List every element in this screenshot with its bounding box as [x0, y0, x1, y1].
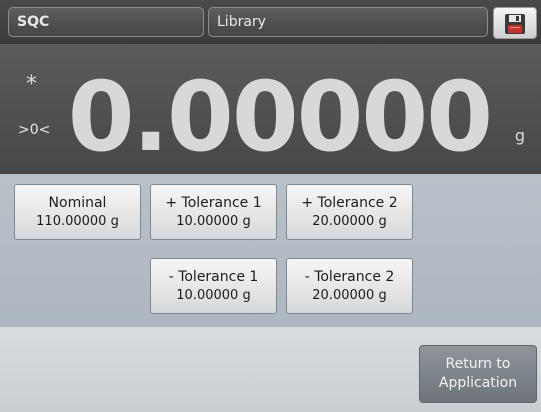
balance-screen: SQC Library * >0< 0.00000 g Nominal 110.…: [0, 0, 541, 412]
minus-tolerance-2-label: - Tolerance 2: [304, 269, 395, 285]
application-tab[interactable]: SQC: [8, 7, 204, 37]
bottom-bar: Return to Application: [0, 327, 541, 412]
top-bar: SQC Library: [0, 0, 541, 44]
plus-tolerance-2-label: + Tolerance 2: [301, 195, 398, 211]
minus-tolerance-2-value: 20.00000 g: [312, 288, 387, 303]
center-of-zero-indicator: >0<: [18, 122, 51, 138]
weight-reading: 0.00000: [67, 61, 493, 173]
nominal-value: 110.00000 g: [36, 214, 119, 229]
minus-tolerance-2-button[interactable]: - Tolerance 2 20.00000 g: [286, 258, 413, 314]
plus-tolerance-1-value: 10.00000 g: [176, 214, 251, 229]
tolerance-panel: Nominal 110.00000 g + Tolerance 1 10.000…: [0, 174, 541, 327]
plus-tolerance-1-label: + Tolerance 1: [165, 195, 262, 211]
weight-unit: g: [514, 126, 525, 145]
library-tab[interactable]: Library: [208, 7, 488, 37]
minus-tolerance-1-button[interactable]: - Tolerance 1 10.00000 g: [150, 258, 277, 314]
plus-tolerance-2-value: 20.00000 g: [312, 214, 387, 229]
return-label-line2: Application: [438, 375, 518, 391]
return-label-line1: Return to: [445, 356, 511, 372]
weight-display: * >0< 0.00000 g: [0, 44, 541, 174]
minus-tolerance-1-label: - Tolerance 1: [168, 269, 259, 285]
plus-tolerance-1-button[interactable]: + Tolerance 1 10.00000 g: [150, 184, 277, 240]
stable-indicator: *: [26, 72, 37, 97]
nominal-button[interactable]: Nominal 110.00000 g: [14, 184, 141, 240]
minus-tolerance-1-value: 10.00000 g: [176, 288, 251, 303]
nominal-label: Nominal: [48, 195, 107, 211]
plus-tolerance-2-button[interactable]: + Tolerance 2 20.00000 g: [286, 184, 413, 240]
save-button[interactable]: [493, 7, 537, 39]
floppy-disk-icon: [505, 14, 525, 34]
return-to-application-button[interactable]: Return to Application: [419, 345, 537, 403]
